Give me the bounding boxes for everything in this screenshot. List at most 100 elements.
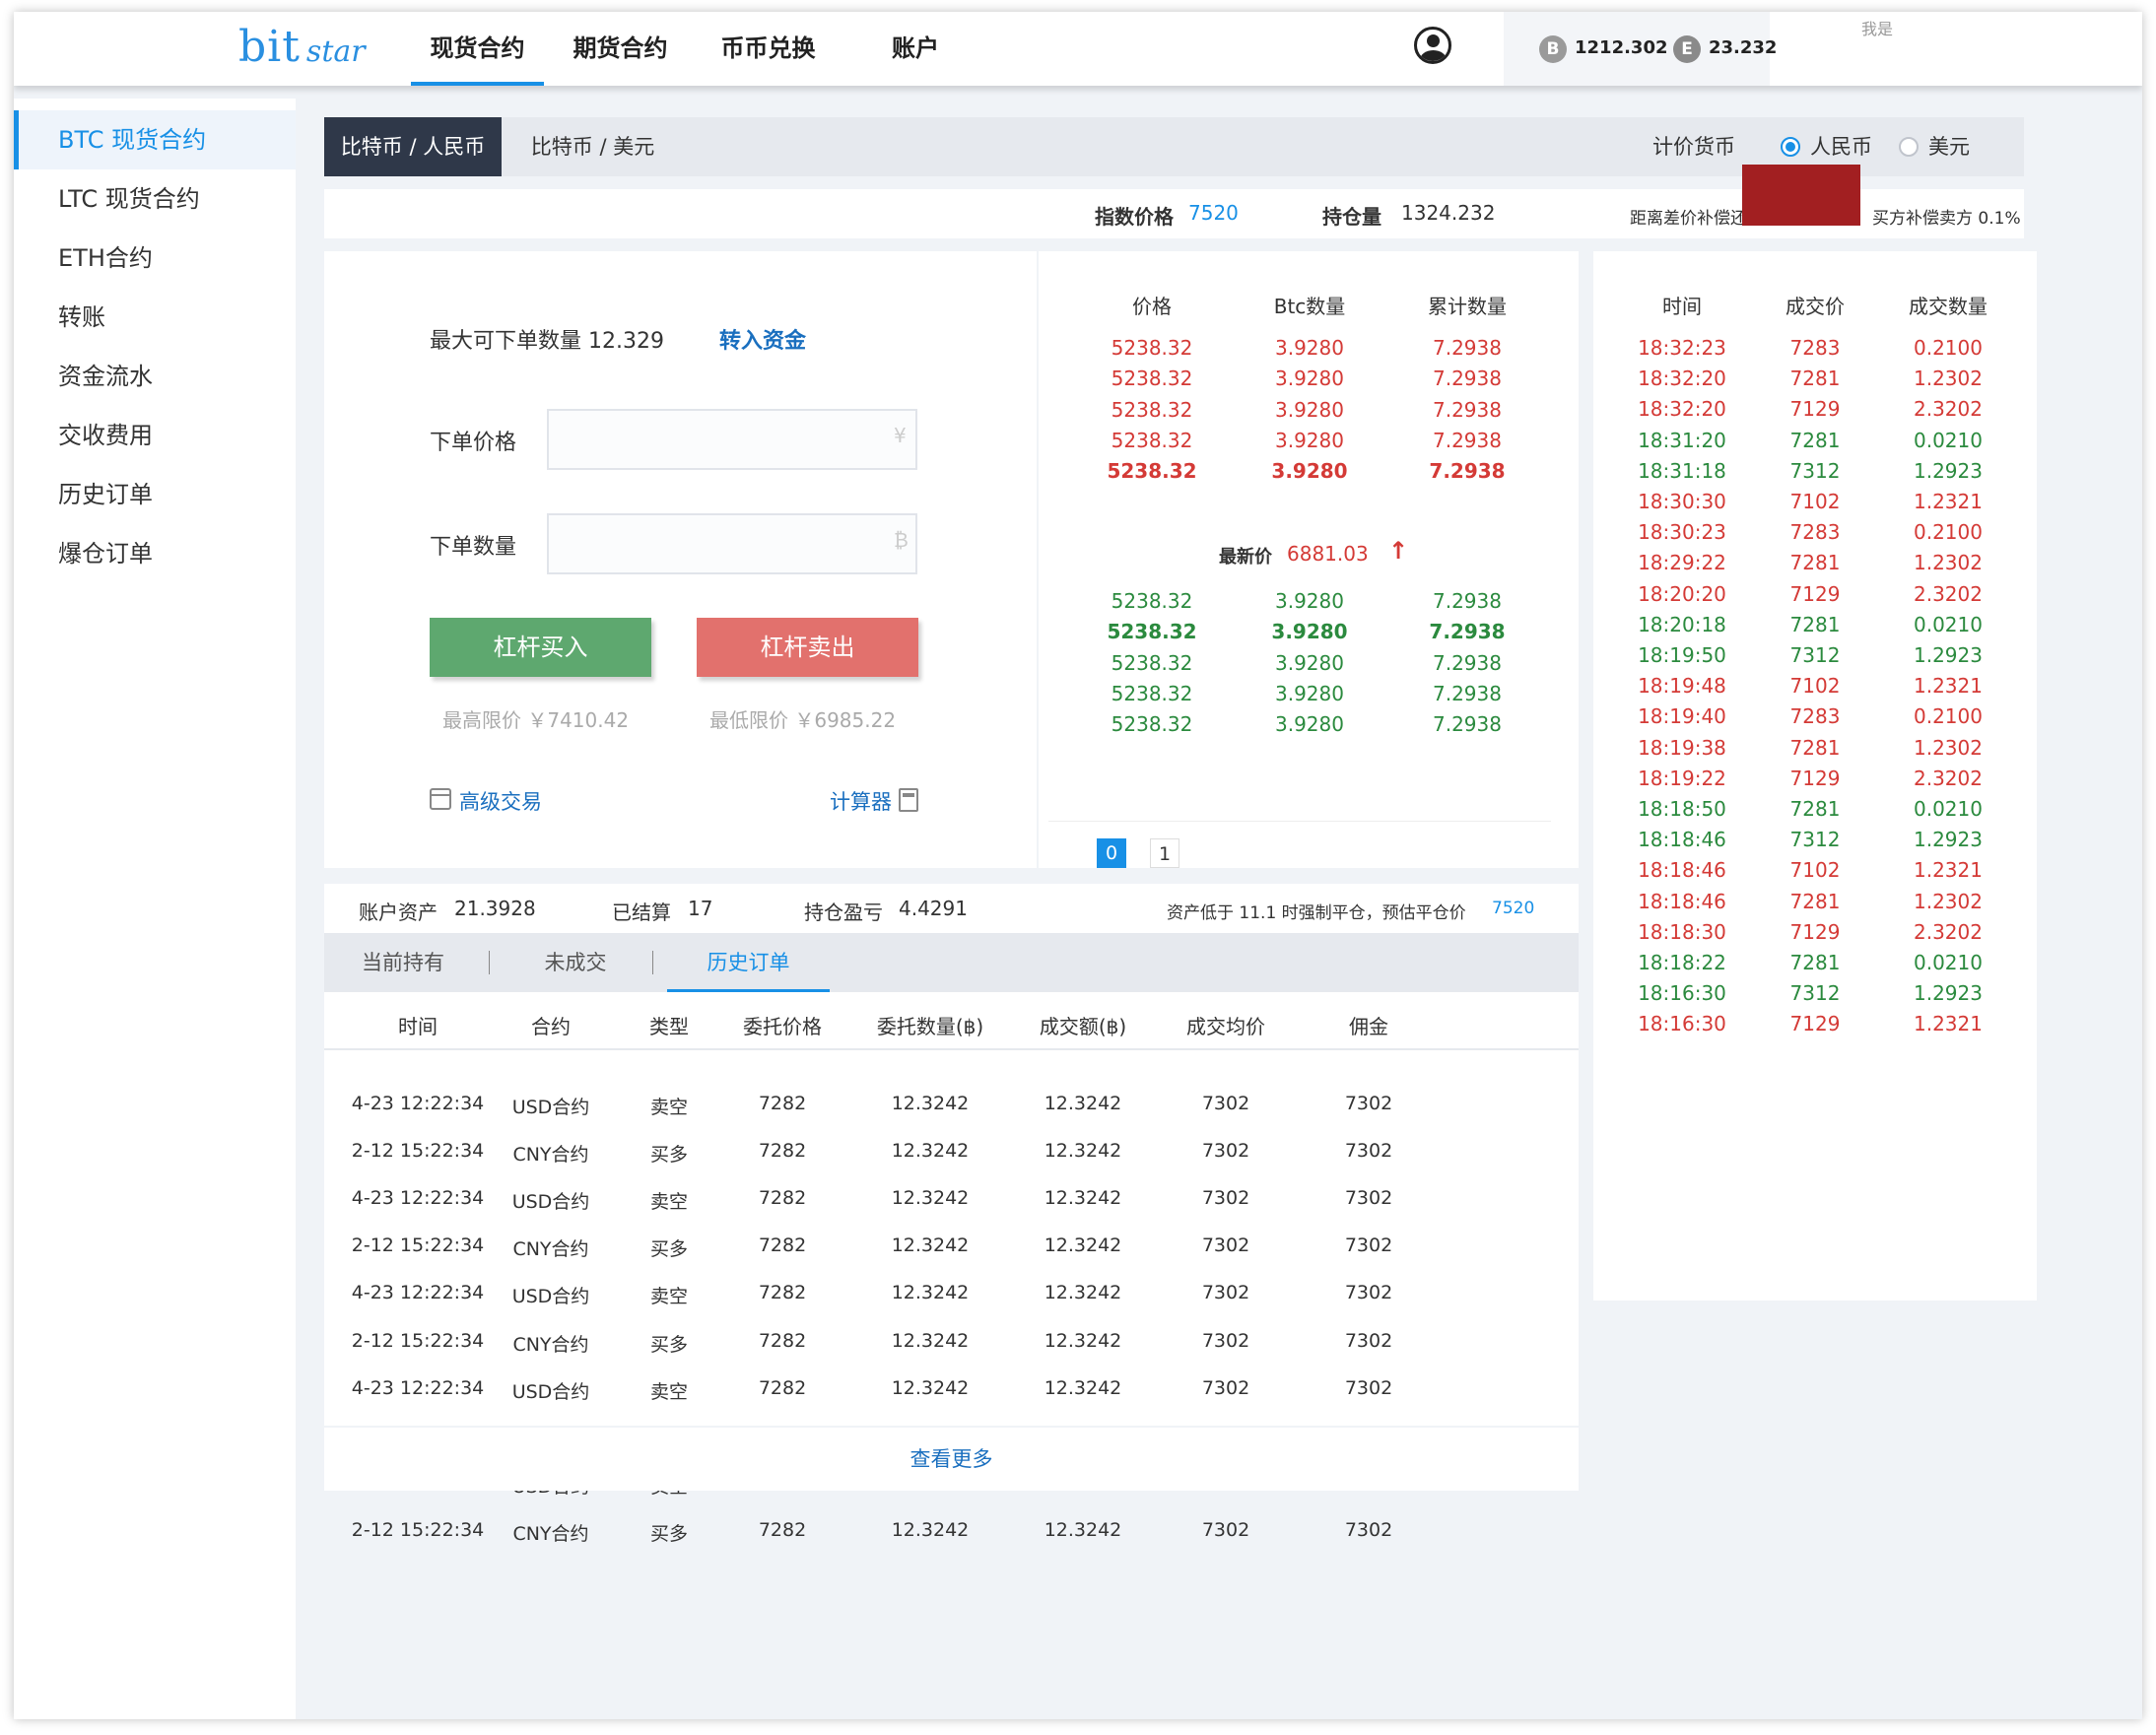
position-value: 1324.232 [1401, 201, 1496, 225]
ask-cell: 7.2938 [1433, 367, 1502, 391]
ask-cell: 5238.32 [1111, 397, 1193, 422]
order-cell: 7302 [1344, 1140, 1393, 1163]
sidebar-item-btc-spot[interactable]: BTC 现货合约 [14, 110, 296, 169]
sidebar-item-liquidation-orders[interactable]: 爆仓订单 [14, 524, 296, 583]
trade-cell: 7281 [1789, 612, 1841, 636]
tab-btc-usd[interactable]: 比特币 / 美元 [506, 117, 679, 176]
sidebar-item-order-history[interactable]: 历史订单 [14, 465, 296, 524]
order-cell: 7302 [1344, 1235, 1393, 1257]
bid-cell: 3.9280 [1271, 620, 1348, 644]
orderbook-header-btc-qty: Btc数量 [1273, 295, 1346, 318]
trade-cell: 7281 [1789, 735, 1841, 760]
max-order-qty: 最大可下单数量 12.329 [430, 329, 664, 354]
order-cell: 12.3242 [891, 1518, 970, 1541]
nav-spot-contract[interactable]: 现货合约 [411, 12, 544, 86]
order-cell: CNY合约 [512, 1144, 589, 1167]
tab-order-history[interactable]: 历史订单 [667, 933, 830, 992]
calculator-link[interactable]: 计算器 [830, 786, 892, 816]
bitcoin-unit-icon: ₿ [894, 528, 909, 552]
order-history-table: 时间 合约 类型 委托价格 委托数量(฿) 成交额(฿) 成交均价 佣金 4-23 12:22… [324, 992, 1579, 1545]
tab-current-holdings[interactable]: 当前持有 [344, 933, 462, 992]
order-cell: 12.3242 [1044, 1376, 1122, 1399]
order-cell: 4-23 12:22:34 [351, 1376, 485, 1399]
transfer-funds-link[interactable]: 转入资金 [719, 323, 806, 355]
orderbook-page-1[interactable]: 1 [1150, 838, 1179, 868]
leverage-sell-button[interactable]: 杠杆卖出 [697, 618, 918, 677]
nav-futures-contract[interactable]: 期货合约 [559, 12, 682, 86]
order-price-input[interactable] [547, 409, 917, 470]
sidebar-item-fund-flow[interactable]: 资金流水 [14, 347, 296, 406]
sidebar-item-eth-contract[interactable]: ETH合约 [14, 229, 296, 288]
ask-cell: 3.9280 [1275, 367, 1344, 391]
position-pnl-value: 4.4291 [899, 897, 968, 920]
trade-cell: 7312 [1789, 458, 1841, 483]
settled-value: 17 [688, 897, 713, 920]
trade-cell: 18:30:23 [1638, 520, 1726, 545]
bitstar-logo[interactable]: bit star [238, 22, 366, 81]
orderbook-page-0[interactable]: 0 [1097, 838, 1126, 868]
trade-cell: 2.3202 [1914, 766, 1983, 790]
order-cell: 卖空 [649, 1191, 688, 1214]
redacted-block [1742, 165, 1860, 226]
eth-balance: 23.232 [1709, 37, 1778, 58]
order-cell: 2-12 15:22:34 [351, 1235, 485, 1257]
radio-usd-label[interactable]: 美元 [1928, 117, 1970, 176]
trade-cell: 18:20:18 [1638, 612, 1726, 636]
user-label[interactable]: 我是 [1861, 16, 1893, 39]
advanced-trade-link[interactable]: 高级交易 [459, 786, 542, 816]
order-header-cell: 成交均价 [1186, 1015, 1265, 1038]
max-limit-price: 最高限价 ￥7410.42 [442, 708, 630, 732]
order-cell: 7282 [758, 1282, 807, 1304]
nav-account[interactable]: 账户 [871, 12, 960, 86]
account-summary-bar: 账户资产 21.3928 已结算 17 持仓盈亏 4.4291 资产低于 11.… [324, 884, 1579, 933]
leverage-buy-button[interactable]: 杠杆买入 [430, 618, 651, 677]
trade-cell: 18:32:20 [1638, 397, 1726, 422]
trade-cell: 1.2321 [1914, 1012, 1983, 1036]
sidebar-item-ltc-spot[interactable]: LTC 现货合约 [14, 169, 296, 229]
order-header-cell: 类型 [649, 1015, 689, 1038]
trade-cell: 7281 [1789, 797, 1841, 821]
logo-text: bit [238, 22, 301, 72]
order-cell: 7302 [1201, 1235, 1250, 1257]
sidebar-item-transfer[interactable]: 转账 [14, 288, 296, 347]
trade-cell: 0.2100 [1914, 520, 1983, 545]
radio-usd[interactable] [1899, 137, 1919, 157]
trade-cell: 1.2923 [1914, 981, 1983, 1006]
trade-cell: 18:29:22 [1638, 551, 1726, 575]
nav-coin-exchange[interactable]: 币币兑换 [707, 12, 830, 86]
calculator-icon[interactable] [899, 788, 918, 812]
liquidation-price: 7520 [1492, 899, 1535, 918]
ask-cell: 5238.32 [1111, 428, 1193, 452]
tab-btc-cny[interactable]: 比特币 / 人民币 [324, 117, 502, 176]
trade-cell: 1.2923 [1914, 828, 1983, 852]
table-header-divider [324, 1048, 1579, 1050]
tab-unfilled[interactable]: 未成交 [516, 933, 635, 992]
order-header-cell: 佣金 [1349, 1015, 1388, 1038]
radio-cny[interactable] [1781, 137, 1800, 157]
yuan-unit-icon: ¥ [894, 424, 907, 447]
sidebar-item-settlement-fee[interactable]: 交收费用 [14, 406, 296, 465]
user-avatar-icon[interactable] [1414, 27, 1451, 64]
order-cell: 12.3242 [1044, 1282, 1122, 1304]
order-cell: 7302 [1201, 1376, 1250, 1399]
order-cell: 2-12 15:22:34 [351, 1518, 485, 1541]
order-cell: 7282 [758, 1376, 807, 1399]
order-cell: 7282 [758, 1235, 807, 1257]
bid-cell: 7.2938 [1433, 650, 1502, 675]
index-price-label: 指数价格 [1095, 205, 1174, 229]
trade-cell: 7102 [1789, 858, 1841, 883]
index-price-value: 7520 [1188, 201, 1239, 225]
order-cell: 4-23 12:22:34 [351, 1093, 485, 1114]
ask-cell: 5238.32 [1107, 459, 1197, 484]
trade-cell: 0.2100 [1914, 704, 1983, 729]
trade-form-card: 最大可下单数量 12.329 转入资金 下单价格 ¥ 下单数量 ₿ 杠杆买入 杠… [324, 251, 1037, 868]
trade-cell: 7129 [1789, 397, 1841, 422]
trade-cell: 7283 [1789, 336, 1841, 360]
trade-cell: 7281 [1789, 428, 1841, 452]
bid-cell: 3.9280 [1275, 712, 1344, 737]
ask-cell: 3.9280 [1275, 428, 1344, 452]
trade-cell: 18:18:30 [1638, 919, 1726, 944]
view-more-link[interactable]: 查看更多 [324, 1428, 1579, 1491]
position-label: 持仓量 [1322, 205, 1381, 229]
order-qty-input[interactable] [547, 513, 917, 574]
